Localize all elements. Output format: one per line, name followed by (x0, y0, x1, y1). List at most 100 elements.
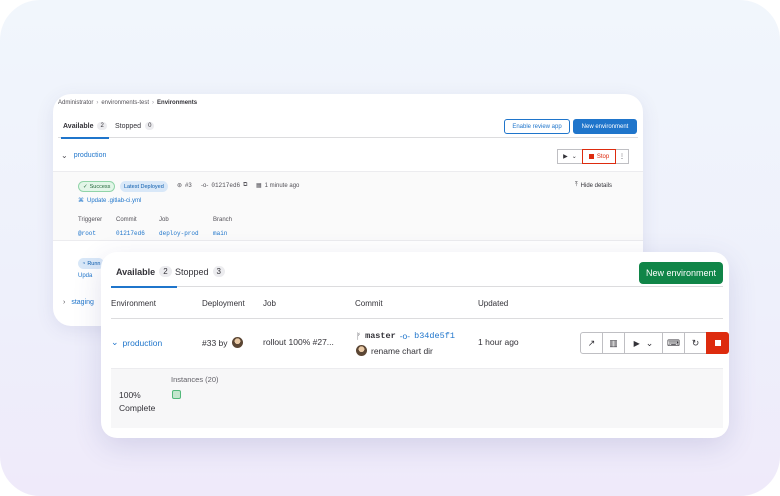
terminal-icon[interactable]: ⌨ (662, 332, 685, 354)
new-environment-button[interactable]: New environment (639, 262, 723, 284)
progress-percent: 100% (119, 390, 141, 400)
tab-available[interactable]: Available 2 (61, 122, 109, 139)
deploy-dropdown-button[interactable]: ▶ ⌄ (557, 149, 583, 164)
table-row: ⌄ production #33 by rollout 100% #27... … (111, 320, 729, 366)
commit-link[interactable]: 01217ed6 (116, 230, 145, 237)
deploy-board: 100% Complete Instances (20) (111, 368, 723, 428)
commit-title: rename chart dir (356, 345, 433, 356)
environment-actions: ▶ ⌄ Stop ⋮ (557, 149, 629, 164)
play-icon: ▶ (633, 338, 640, 348)
enable-review-app-button[interactable]: Enable review app (504, 119, 570, 134)
avatar[interactable] (356, 345, 367, 356)
tab-label: Available (63, 122, 94, 130)
environment-row-production[interactable]: ⌄ production (61, 151, 106, 160)
breadcrumb: Administrator › environments-test › Envi… (58, 100, 197, 106)
field-label: Branch (213, 217, 233, 223)
commit-sha[interactable]: b34de5f1 (414, 331, 455, 341)
deployment-time-text: 1 minute ago (264, 182, 300, 189)
column-header: Updated (478, 299, 509, 308)
commit-message-link[interactable]: Upda (78, 273, 92, 279)
copy-icon[interactable]: ⧉ (243, 182, 247, 189)
chevron-down-icon: ⌄ (571, 154, 577, 160)
tab-count-badge: 2 (97, 122, 107, 130)
breadcrumb-separator-icon: › (96, 100, 99, 106)
tab-stopped[interactable]: Stopped 0 (115, 122, 155, 130)
environment-name[interactable]: staging (71, 299, 94, 306)
instances-label: Instances (20) (171, 375, 219, 384)
environment-tabs: Available 2 Stopped 0 Enable review app … (58, 118, 638, 139)
stop-button[interactable]: Stop (582, 149, 616, 164)
check-circle-icon: ✓ (83, 183, 88, 190)
branch-link[interactable]: main (213, 230, 227, 237)
branch-name[interactable]: master (365, 331, 396, 341)
commit-message-link[interactable]: ⌘ Update .gitlab-ci.yml (78, 197, 141, 205)
job-link[interactable]: rollout 100% #27... (263, 337, 334, 347)
environment-name[interactable]: production (123, 338, 163, 348)
chevron-down-icon[interactable]: ⌄ (61, 151, 68, 160)
tab-label: Stopped (175, 266, 209, 277)
play-icon: ▶ (563, 154, 568, 160)
triggerer-link[interactable]: @root (78, 230, 96, 237)
hide-details-button[interactable]: ⤒ Hide details (575, 182, 612, 189)
more-actions-icon[interactable]: ⋮ (615, 149, 629, 164)
breadcrumb-separator-icon: › (152, 100, 155, 106)
rollout-progress: 100% Complete (119, 389, 155, 415)
latest-deployed-badge: Latest Deployed (120, 181, 168, 192)
updated-time: 1 hour ago (478, 337, 519, 347)
stop-button[interactable] (706, 332, 729, 354)
environment-link-production[interactable]: ⌄ production (111, 337, 162, 348)
external-link-icon[interactable]: ↗ (580, 332, 603, 354)
tab-stopped[interactable]: Stopped 3 (175, 266, 225, 277)
deployment-id-text: #3 (185, 182, 192, 189)
environments-window-front: Available 2 Stopped 3 New environment En… (101, 252, 729, 438)
environment-tabs: Available 2 Stopped 3 (111, 258, 723, 288)
field-label: Triggerer (78, 217, 103, 223)
deployment-id: ⊛ #3 (177, 182, 192, 190)
deploy-dropdown-button[interactable]: ▶ ⌄ (624, 332, 663, 354)
branch-icon: ᚠ (356, 331, 362, 341)
stop-icon (714, 340, 721, 346)
job-link[interactable]: deploy-prod (159, 230, 199, 237)
calendar-icon: ▦ (256, 183, 262, 189)
column-header: Job (263, 299, 276, 308)
monitoring-chart-icon[interactable]: ▥ (602, 332, 625, 354)
tab-count-badge: 3 (212, 266, 225, 277)
column-header: Environment (111, 299, 156, 308)
instance-status-box[interactable] (172, 390, 181, 399)
breadcrumb-item[interactable]: Administrator (58, 100, 93, 106)
chevron-down-icon: ⌄ (645, 337, 654, 348)
deployment-text: #33 by (202, 337, 228, 348)
table-header: Environment Deployment Job Commit Update… (111, 289, 723, 319)
commit-icon: -o- (399, 331, 411, 341)
new-environment-button[interactable]: New environment (573, 119, 637, 134)
deployment-details: ✓ Success Latest Deployed ⊛ #3 -o- 01217… (53, 171, 643, 241)
tab-count-badge: 2 (159, 266, 172, 277)
progress-status: Complete (119, 403, 156, 413)
chevron-up-icon: ⤒ (575, 182, 578, 188)
commit-message[interactable]: rename chart dir (371, 346, 433, 356)
breadcrumb-item[interactable]: environments-test (101, 100, 149, 106)
field-label: Commit (116, 217, 137, 223)
environment-name[interactable]: production (74, 152, 107, 159)
tab-count-badge: 0 (145, 122, 155, 130)
tab-available[interactable]: Available 2 (111, 266, 177, 288)
commit-sha-text[interactable]: 01217ed6 (211, 182, 240, 189)
status-badge-label: Success (89, 183, 111, 190)
tab-label: Stopped (115, 122, 142, 130)
stop-label: Stop (596, 153, 610, 160)
avatar[interactable] (231, 337, 243, 348)
chevron-right-icon[interactable]: › (63, 299, 65, 306)
breadcrumb-current: Environments (157, 100, 198, 106)
column-header: Deployment (202, 299, 245, 308)
tab-label: Available (116, 266, 156, 277)
updated-text: 1 hour ago (478, 337, 519, 347)
redeploy-icon[interactable]: ↻ (684, 332, 707, 354)
commit-icon: -o- (201, 182, 209, 189)
hide-details-label: Hide details (580, 182, 613, 189)
column-header: Commit (355, 299, 383, 308)
job-text: rollout 100% #27... (263, 337, 334, 347)
chevron-down-icon[interactable]: ⌄ (111, 337, 119, 348)
rocket-icon: ⊛ (177, 183, 183, 189)
environment-row-staging[interactable]: › staging (63, 299, 94, 306)
commit-sha: -o- 01217ed6 ⧉ (201, 182, 247, 189)
